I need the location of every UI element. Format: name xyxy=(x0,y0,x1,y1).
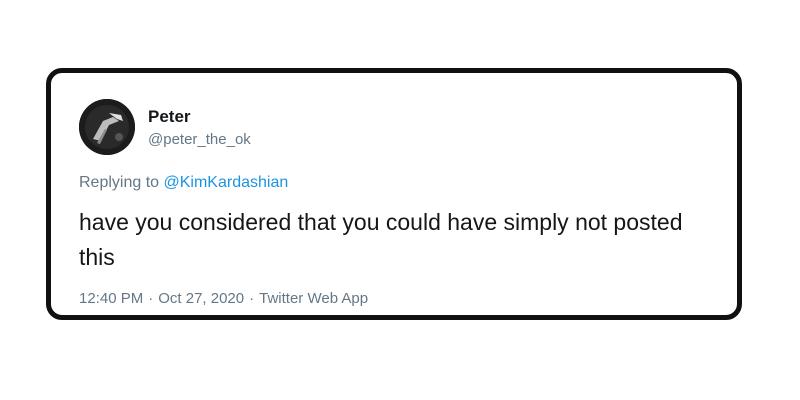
user-handle[interactable]: @peter_the_ok xyxy=(148,130,251,150)
tweet-text: have you considered that you could have … xyxy=(79,209,683,270)
meta-separator: · xyxy=(148,290,154,307)
tweet-card: Peter @peter_the_ok Replying to @KimKard… xyxy=(46,68,742,320)
tweet-date[interactable]: Oct 27, 2020 xyxy=(158,290,244,307)
tweet-meta: 12:40 PM · Oct 27, 2020 · Twitter Web App xyxy=(79,289,368,309)
tweet-time[interactable]: 12:40 PM xyxy=(79,290,143,307)
user-name[interactable]: Peter xyxy=(148,107,191,127)
profile-photo-icon xyxy=(79,99,135,155)
meta-separator: · xyxy=(249,290,255,307)
avatar[interactable] xyxy=(79,99,135,155)
tweet-source[interactable]: Twitter Web App xyxy=(259,290,368,307)
replying-to-label: Replying to xyxy=(79,174,164,191)
replying-to-line: Replying to @KimKardashian xyxy=(79,173,288,193)
mention-link[interactable]: @KimKardashian xyxy=(164,174,289,191)
